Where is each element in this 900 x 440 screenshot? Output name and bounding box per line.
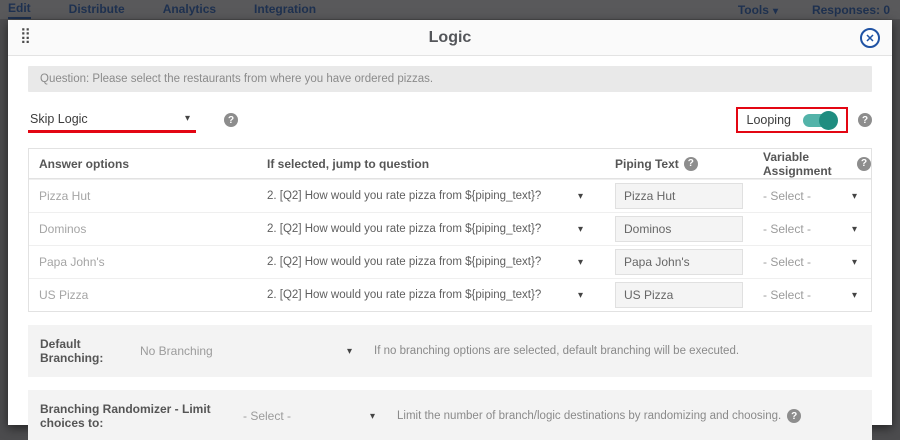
- branching-randomizer-description: Limit the number of branch/logic destina…: [397, 409, 801, 423]
- logic-type-dropdown[interactable]: Skip Logic ▾: [28, 110, 196, 131]
- default-branching-dropdown[interactable]: No Branching▾: [140, 344, 352, 358]
- branching-randomizer-dropdown[interactable]: - Select -▾: [243, 409, 375, 423]
- answer-option-label: Dominos: [29, 222, 257, 236]
- chevron-down-icon: ▾: [578, 224, 583, 235]
- nav-tab-analytics[interactable]: Analytics: [163, 1, 216, 18]
- answer-option-label: Papa John's: [29, 255, 257, 269]
- modal-header: Logic: [8, 20, 892, 56]
- red-underline-annotation: [28, 130, 196, 133]
- question-banner: Question: Please select the restaurants …: [28, 66, 872, 92]
- piping-text-input[interactable]: [615, 249, 743, 275]
- table-header-row: Answer options If selected, jump to ques…: [29, 149, 871, 179]
- close-icon[interactable]: [860, 28, 880, 48]
- chevron-down-icon: ▾: [578, 290, 583, 301]
- header-variable-assignment: Variable Assignment: [753, 150, 871, 178]
- looping-help-icon[interactable]: [858, 113, 872, 127]
- variable-assignment-dropdown[interactable]: - Select -▾: [753, 222, 871, 236]
- piping-text-help-icon[interactable]: [684, 157, 698, 171]
- logic-table: Answer options If selected, jump to ques…: [28, 148, 872, 312]
- chevron-down-icon: ▾: [773, 6, 778, 17]
- chevron-down-icon: ▾: [370, 411, 375, 422]
- chevron-down-icon: ▾: [852, 191, 857, 202]
- table-row: US Pizza 2. [Q2] How would you rate pizz…: [29, 278, 871, 311]
- default-branching-label: Default Branching:: [40, 337, 140, 365]
- jump-question-dropdown[interactable]: 2. [Q2] How would you rate pizza from ${…: [257, 190, 605, 202]
- jump-question-dropdown[interactable]: 2. [Q2] How would you rate pizza from ${…: [257, 289, 605, 301]
- branching-randomizer-band: Branching Randomizer - Limit choices to:…: [28, 390, 872, 440]
- top-navbar: Edit Distribute Analytics Integration To…: [0, 0, 900, 19]
- header-piping-text: Piping Text: [605, 157, 753, 171]
- chevron-down-icon: ▾: [185, 113, 190, 124]
- piping-text-input[interactable]: [615, 183, 743, 209]
- responses-count[interactable]: Responses: 0: [812, 3, 890, 17]
- answer-option-label: Pizza Hut: [29, 189, 257, 203]
- variable-assignment-dropdown[interactable]: - Select -▾: [753, 255, 871, 269]
- table-row: Pizza Hut 2. [Q2] How would you rate piz…: [29, 179, 871, 212]
- tools-menu[interactable]: Tools ▾: [738, 3, 778, 17]
- logic-type-help-icon[interactable]: [224, 113, 238, 127]
- table-row: Papa John's 2. [Q2] How would you rate p…: [29, 245, 871, 278]
- default-branching-description: If no branching options are selected, de…: [374, 345, 739, 357]
- chevron-down-icon: ▾: [852, 290, 857, 301]
- chevron-down-icon: ▾: [852, 257, 857, 268]
- table-row: Dominos 2. [Q2] How would you rate pizza…: [29, 212, 871, 245]
- branching-randomizer-label: Branching Randomizer - Limit choices to:: [40, 402, 243, 430]
- variable-assignment-dropdown[interactable]: - Select -▾: [753, 288, 871, 302]
- nav-tab-edit[interactable]: Edit: [8, 0, 31, 19]
- chevron-down-icon: ▾: [578, 191, 583, 202]
- chevron-down-icon: ▾: [852, 224, 857, 235]
- nav-tab-distribute[interactable]: Distribute: [69, 1, 125, 18]
- modal-title: Logic: [8, 29, 892, 47]
- variable-assignment-help-icon[interactable]: [857, 157, 871, 171]
- looping-annotation-box: Looping: [736, 107, 849, 133]
- looping-toggle[interactable]: [803, 114, 837, 127]
- piping-text-input[interactable]: [615, 216, 743, 242]
- logic-modal: Logic Question: Please select the restau…: [8, 20, 892, 425]
- looping-label: Looping: [747, 113, 792, 127]
- jump-question-dropdown[interactable]: 2. [Q2] How would you rate pizza from ${…: [257, 256, 605, 268]
- chevron-down-icon: ▾: [347, 346, 352, 357]
- toggle-knob: [819, 111, 838, 130]
- default-branching-band: Default Branching: No Branching▾ If no b…: [28, 325, 872, 377]
- nav-tab-integration[interactable]: Integration: [254, 1, 316, 18]
- chevron-down-icon: ▾: [578, 257, 583, 268]
- variable-assignment-dropdown[interactable]: - Select -▾: [753, 189, 871, 203]
- piping-text-input[interactable]: [615, 282, 743, 308]
- branching-randomizer-help-icon[interactable]: [787, 409, 801, 423]
- answer-option-label: US Pizza: [29, 288, 257, 302]
- logic-type-value: Skip Logic: [30, 112, 88, 126]
- drag-handle-icon[interactable]: [20, 28, 31, 43]
- tools-label: Tools: [738, 3, 769, 17]
- jump-question-dropdown[interactable]: 2. [Q2] How would you rate pizza from ${…: [257, 223, 605, 235]
- header-answer-options: Answer options: [29, 157, 257, 171]
- header-jump-to-question: If selected, jump to question: [257, 157, 605, 171]
